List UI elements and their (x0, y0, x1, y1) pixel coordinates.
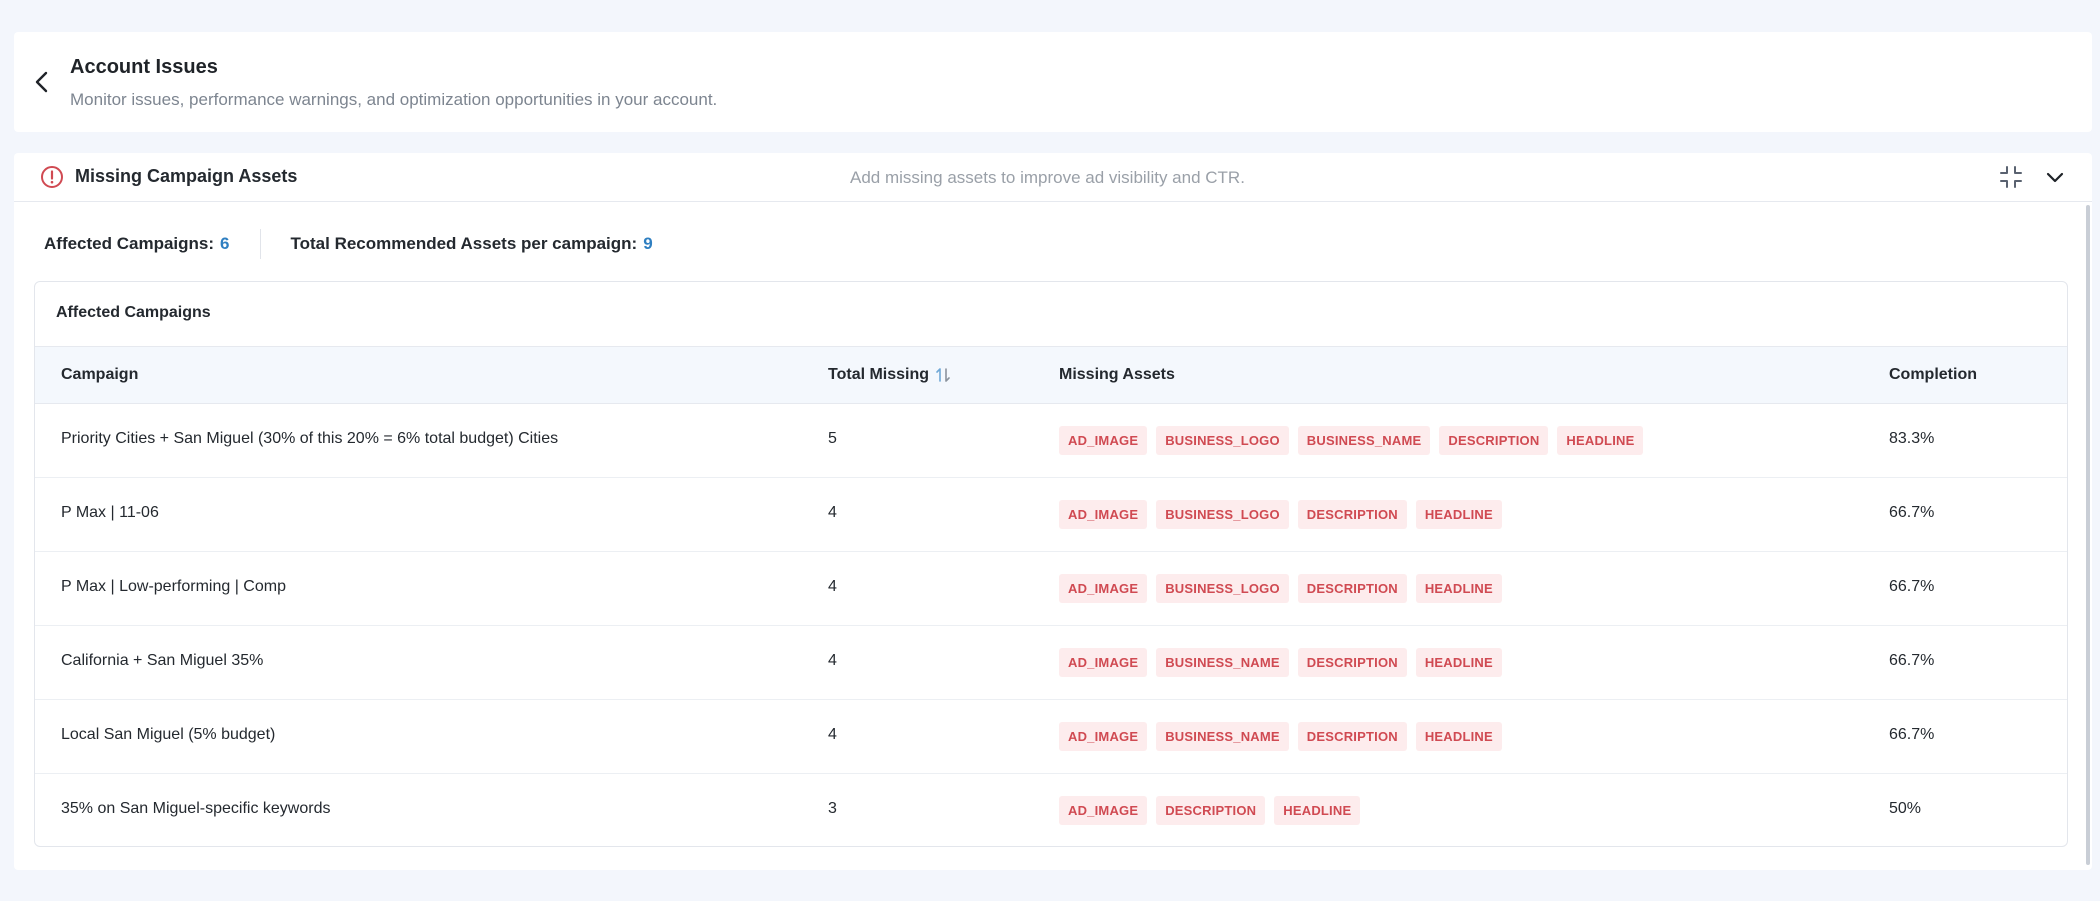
page-title: Account Issues (70, 56, 218, 78)
column-total-missing[interactable]: Total Missing (828, 366, 952, 384)
recommended-assets-label: Total Recommended Assets per campaign: (290, 234, 638, 253)
total-missing-value: 3 (828, 800, 837, 817)
total-missing-value: 4 (828, 726, 837, 743)
table-row[interactable]: P Max | Low-performing | Comp 4 AD_IMAGE BU… (35, 552, 2067, 626)
campaign-name: P Max | Low-performing | Comp (61, 578, 286, 595)
table-header: Campaign Total Missing Missing Assets Co… (35, 346, 2067, 404)
missing-assets-list: AD_IMAGE BUSINESS_NAME DESCRIPTION HEADLINE (1059, 722, 1502, 751)
missing-asset-tag: HEADLINE (1557, 426, 1644, 455)
page-header (14, 32, 2092, 132)
sort-arrows-icon[interactable] (934, 366, 952, 384)
completion-value: 50% (1889, 800, 1922, 817)
scrollbar[interactable] (2086, 205, 2090, 865)
campaign-name: 35% on San Miguel-specific keywords (61, 800, 331, 817)
panel-header[interactable]: Missing Campaign Assets Add missing asse… (14, 153, 2092, 202)
recommended-assets-count: 9 (643, 234, 653, 253)
missing-asset-tag: HEADLINE (1415, 722, 1502, 751)
missing-asset-tag: HEADLINE (1415, 500, 1502, 529)
missing-asset-tag: BUSINESS_NAME (1156, 722, 1289, 751)
missing-assets-list: AD_IMAGE BUSINESS_LOGO DESCRIPTION HEADLINE (1059, 500, 1502, 529)
campaign-name: California + San Miguel 35% (61, 652, 264, 669)
page-subtitle: Monitor issues, performance warnings, an… (70, 90, 718, 109)
missing-asset-tag: DESCRIPTION (1297, 648, 1407, 677)
chevron-left-icon (35, 71, 48, 93)
missing-assets-list: AD_IMAGE BUSINESS_LOGO DESCRIPTION HEADLINE (1059, 574, 1502, 603)
affected-campaigns-label: Affected Campaigns: (44, 234, 215, 253)
missing-asset-tag: HEADLINE (1415, 574, 1502, 603)
column-completion: Completion (1889, 366, 1977, 383)
completion-value: 66.7% (1889, 726, 1935, 743)
collapse-arrows-icon[interactable] (1997, 163, 2025, 191)
column-total-missing-label: Total Missing (828, 366, 930, 383)
panel-hint: Add missing assets to improve ad visibil… (850, 168, 1245, 187)
table-row[interactable]: Priority Cities + San Miguel (30% of thi… (35, 404, 2067, 478)
table-row[interactable]: Local San Miguel (5% budget) 4 AD_IMAGE BUS… (35, 700, 2067, 774)
table-row[interactable]: California + San Miguel 35% 4 AD_IMAGE BUSI… (35, 626, 2067, 700)
panel-title: Missing Campaign Assets (75, 166, 298, 186)
chevron-down-icon[interactable] (2043, 165, 2067, 189)
missing-asset-tag: AD_IMAGE (1059, 722, 1148, 751)
missing-asset-tag: AD_IMAGE (1059, 500, 1148, 529)
table-row[interactable]: P Max | 11-06 4 AD_IMAGE BUSINESS_LOGO DESCR… (35, 478, 2067, 552)
total-missing-value: 4 (828, 504, 837, 521)
completion-value: 83.3% (1889, 430, 1935, 447)
missing-assets-list: AD_IMAGE DESCRIPTION HEADLINE (1059, 796, 1361, 825)
campaign-name: P Max | 11-06 (61, 504, 159, 521)
missing-asset-tag: AD_IMAGE (1059, 426, 1148, 455)
column-missing-assets: Missing Assets (1059, 366, 1175, 383)
total-missing-value: 4 (828, 578, 837, 595)
missing-asset-tag: HEADLINE (1274, 796, 1361, 825)
missing-asset-tag: AD_IMAGE (1059, 574, 1148, 603)
missing-assets-list: AD_IMAGE BUSINESS_NAME DESCRIPTION HEADLINE (1059, 648, 1502, 677)
total-missing-value: 4 (828, 652, 837, 669)
campaign-name: Local San Miguel (5% budget) (61, 726, 276, 743)
campaign-name: Priority Cities + San Miguel (30% of thi… (61, 430, 559, 447)
missing-asset-tag: HEADLINE (1415, 648, 1502, 677)
summary-bar: Affected Campaigns: 6 Total Recommended … (44, 229, 653, 259)
alert-circle-icon (41, 166, 63, 188)
table-title: Affected Campaigns (56, 304, 211, 321)
missing-asset-tag: BUSINESS_LOGO (1156, 574, 1289, 603)
affected-campaigns-table: Affected Campaigns Campaign Total Missin… (34, 281, 2068, 847)
missing-asset-tag: BUSINESS_NAME (1297, 426, 1431, 455)
back-button[interactable] (28, 68, 56, 96)
missing-asset-tag: DESCRIPTION (1297, 500, 1407, 529)
completion-value: 66.7% (1889, 578, 1935, 595)
missing-asset-tag: BUSINESS_LOGO (1156, 426, 1289, 455)
total-missing-value: 5 (828, 430, 837, 447)
table-row[interactable]: 35% on San Miguel-specific keywords 3 AD_I… (35, 774, 2067, 846)
missing-asset-tag: DESCRIPTION (1439, 426, 1549, 455)
column-campaign: Campaign (61, 366, 139, 383)
missing-assets-list: AD_IMAGE BUSINESS_LOGO BUSINESS_NAME DESCRI… (1059, 426, 1644, 455)
completion-value: 66.7% (1889, 504, 1935, 521)
missing-assets-panel: Missing Campaign Assets Add missing asse… (14, 153, 2092, 870)
completion-value: 66.7% (1889, 652, 1935, 669)
summary-divider (259, 229, 261, 259)
affected-campaigns-count: 6 (220, 234, 230, 253)
missing-asset-tag: AD_IMAGE (1059, 796, 1148, 825)
missing-asset-tag: DESCRIPTION (1156, 796, 1266, 825)
missing-asset-tag: DESCRIPTION (1297, 574, 1407, 603)
missing-asset-tag: BUSINESS_LOGO (1156, 500, 1289, 529)
missing-asset-tag: DESCRIPTION (1297, 722, 1407, 751)
missing-asset-tag: AD_IMAGE (1059, 648, 1148, 677)
missing-asset-tag: BUSINESS_NAME (1156, 648, 1289, 677)
